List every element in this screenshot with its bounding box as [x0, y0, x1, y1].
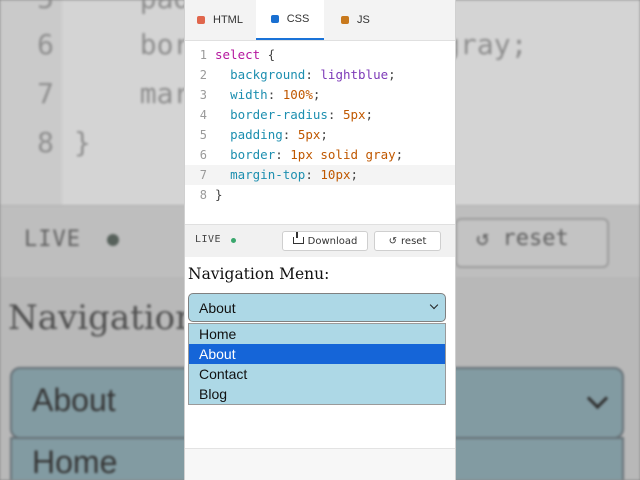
- nav-select[interactable]: About: [188, 293, 446, 322]
- code-line: 3 width: 100%;: [185, 85, 455, 105]
- editor-panel: HTML CSS JS 1 select { 2 background: lig…: [185, 0, 455, 480]
- line-number: 4: [199, 108, 207, 122]
- tab-label: CSS: [286, 13, 310, 25]
- download-label: Download: [307, 235, 358, 247]
- tab-label: HTML: [213, 14, 243, 26]
- download-icon: [292, 231, 304, 244]
- open-brace: {: [260, 47, 276, 62]
- css-value: lightblue: [320, 67, 389, 82]
- css-square-icon: [270, 15, 279, 23]
- code-line: 5 padding: 5px;: [185, 125, 455, 145]
- select-dropdown-list: Home About Contact Blog: [188, 323, 446, 405]
- code-line: 2 background: lightblue;: [185, 65, 455, 85]
- css-value: 10px: [320, 167, 351, 182]
- close-brace: }: [215, 187, 223, 202]
- css-property: background: [230, 67, 306, 82]
- css-value: 5px: [342, 107, 366, 122]
- js-square-icon: [341, 16, 349, 24]
- select-value: About: [199, 300, 236, 316]
- tab-js[interactable]: JS: [341, 0, 370, 40]
- line-number: 7: [199, 168, 207, 182]
- css-property: border-radius: [230, 107, 328, 122]
- reset-label: reset: [401, 235, 427, 247]
- line-number: 5: [199, 128, 207, 142]
- code-line: 1 select {: [185, 45, 455, 65]
- tab-css[interactable]: CSS: [256, 0, 324, 40]
- css-property: padding: [230, 127, 283, 142]
- css-selector: select: [215, 47, 261, 62]
- code-line: 6 border: 1px solid gray;: [185, 145, 455, 165]
- option-contact[interactable]: Contact: [189, 364, 445, 384]
- reset-icon: ↺: [388, 235, 398, 247]
- line-number: 6: [199, 148, 207, 162]
- code-line: 4 border-radius: 5px;: [185, 105, 455, 125]
- line-number: 3: [199, 88, 207, 102]
- nav-menu-label: Navigation Menu:: [188, 265, 330, 283]
- tab-bar: HTML CSS JS: [185, 0, 455, 41]
- chevron-down-icon: [429, 300, 439, 310]
- footer-area: [185, 449, 455, 480]
- code-line: 8 }: [185, 185, 455, 205]
- css-property: border: [230, 147, 276, 162]
- code-editor[interactable]: 1 select { 2 background: lightblue; 3 wi…: [185, 41, 455, 224]
- reset-button[interactable]: ↺ reset: [374, 231, 441, 251]
- html-square-icon: [197, 16, 205, 24]
- live-status-dot-icon: [231, 238, 236, 243]
- tab-html[interactable]: HTML: [197, 0, 243, 40]
- option-home[interactable]: Home: [189, 324, 445, 344]
- line-number: 8: [199, 188, 207, 202]
- tab-label: JS: [357, 14, 370, 26]
- option-blog[interactable]: Blog: [189, 384, 445, 404]
- css-value: 1px solid gray: [290, 147, 396, 162]
- css-property: width: [230, 87, 268, 102]
- option-about[interactable]: About: [189, 344, 445, 364]
- line-number: 2: [199, 68, 207, 82]
- css-value: 100%: [282, 87, 313, 102]
- download-button[interactable]: Download: [282, 231, 368, 251]
- code-line-current: 7 margin-top: 10px;: [185, 165, 455, 185]
- live-bar: LIVE Download ↺ reset: [185, 224, 455, 258]
- css-value: 5px: [297, 127, 321, 142]
- live-preview: Navigation Menu: About Home About Contac…: [185, 257, 455, 480]
- live-label: LIVE: [195, 234, 222, 245]
- line-number: 1: [199, 48, 207, 62]
- css-property: margin-top: [230, 167, 306, 182]
